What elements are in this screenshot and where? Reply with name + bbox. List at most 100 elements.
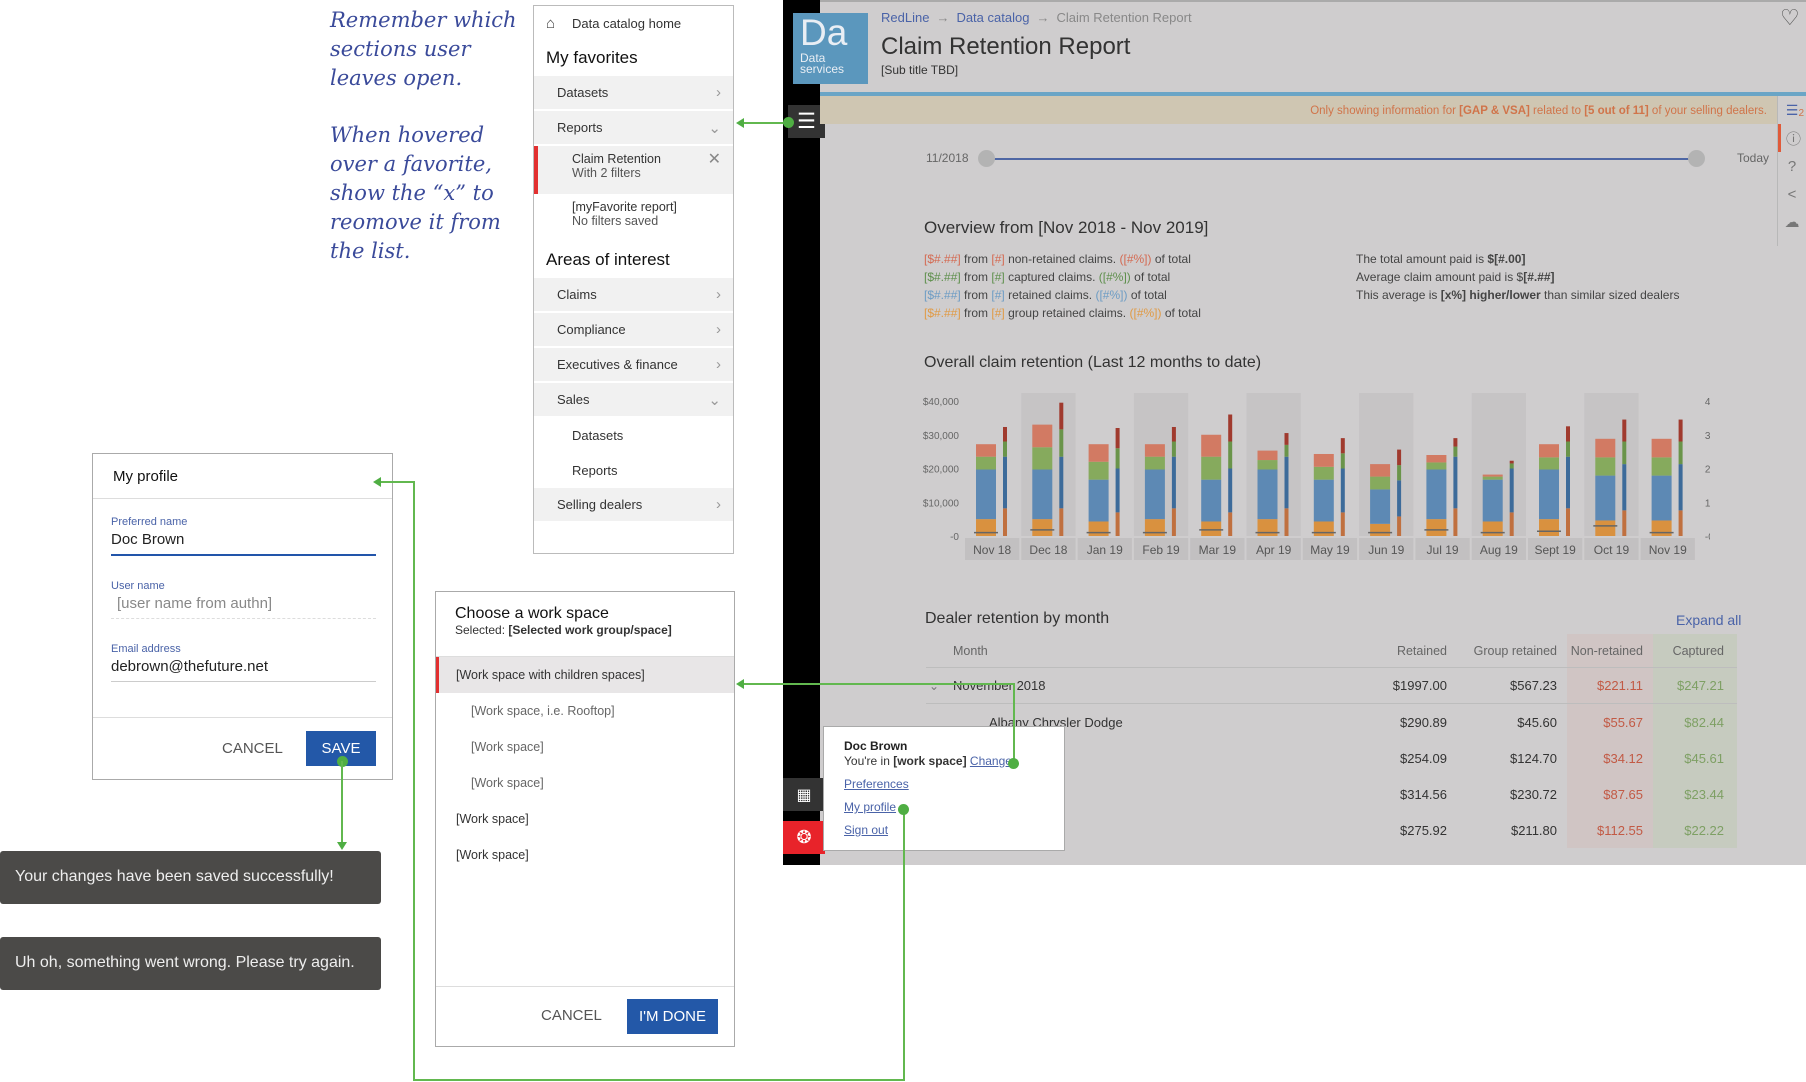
amount-bar-segment [1201,456,1222,480]
workspace-item[interactable]: [Work space] [436,729,734,765]
workspace-item[interactable]: [Work space with children spaces] [436,657,734,693]
field-label: Email address [111,643,181,655]
cancel-button[interactable]: CANCEL [222,740,283,757]
y-right-tick: -0 [1705,532,1710,543]
overview-line-2: [$#.##] from [#] retained claims. ([#%])… [924,288,1167,302]
nav-home-link[interactable]: ⌂ Data catalog home [534,6,733,40]
connector-arrow [337,842,347,850]
amount-bar-segment [1595,520,1616,536]
x-tick-label: Nov 18 [973,543,1011,557]
count-bar-segment [1284,508,1289,536]
count-bar-segment [1566,441,1570,457]
user-menu-button-icon[interactable]: ▦ [783,778,825,811]
table-header-row: Month Retained Group retained Non-retain… [926,634,1737,668]
amount-bar-segment [1088,461,1109,480]
favorite-my-favorite-report[interactable]: [myFavorite report] No filters saved [534,194,733,242]
workspace-item[interactable]: [Work space] [436,801,734,837]
nav-item-selling-dealers[interactable]: Selling dealers › [534,488,733,521]
remove-favorite-close-icon[interactable]: ✕ [708,152,721,168]
preferred-name-input[interactable]: Doc Brown [111,528,376,556]
chevron-down-icon: ⌄ [708,391,721,409]
col-header-captured[interactable]: Captured [1653,634,1737,667]
x-tick-label: Aug 19 [1480,543,1518,557]
connector-line [413,1079,905,1081]
col-header-retained[interactable]: Retained [1357,644,1457,658]
my-profile-dialog: My profile Preferred name Doc Brown User… [92,453,393,780]
breadcrumb-data-catalog[interactable]: Data catalog [956,10,1029,25]
workspace-item[interactable]: [Work space] [436,765,734,801]
filter-icon[interactable]: ☰ 2 [1778,96,1806,124]
cell-retained: $314.56 [1400,786,1447,802]
email-input[interactable]: debrown@thefuture.net [111,655,376,682]
email-field[interactable]: Email address debrown@thefuture.net [111,643,376,682]
count-bar-segment [1622,510,1627,536]
my-profile-link[interactable]: My profile [844,800,1044,815]
col-header-month[interactable]: Month [926,644,1357,658]
count-bar-segment [1228,414,1233,442]
sign-out-link[interactable]: Sign out [844,823,1044,838]
cell-captured: $247.21 [1653,668,1737,703]
x-tick-label: Apr 19 [1256,543,1292,557]
connector-arrow [736,679,744,689]
amount-bar-segment [1539,444,1559,458]
nav-item-sales-datasets[interactable]: Datasets [534,418,733,453]
nav-item-claims[interactable]: Claims › [534,278,733,311]
nav-item-label: Datasets [557,85,609,100]
error-toast: Uh oh, something went wrong. Please try … [0,937,381,990]
preferences-link[interactable]: Preferences [844,777,1044,792]
preferred-name-field[interactable]: Preferred name Doc Brown [111,516,376,556]
count-bar-segment [1059,402,1064,430]
amount-bar-segment [976,456,996,470]
workspace-list: [Work space with children spaces] [Work s… [436,657,734,873]
count-bar-segment [1059,429,1064,457]
cell-group-retained: $567.23 [1510,678,1557,693]
favorite-claim-retention[interactable]: Claim Retention With 2 filters ✕ [534,146,733,194]
y-right-tick: 4,000 [1705,397,1710,408]
data-catalog-nav-panel: ⌂ Data catalog home My favorites Dataset… [533,5,734,554]
share-icon[interactable]: < [1778,180,1806,208]
count-bar-segment [1171,508,1176,536]
connector-line [341,761,343,844]
overview-summary: The total amount paid is $[#.00] Average… [1356,250,1679,304]
amount-bar-segment [1313,479,1334,522]
nav-item-sales[interactable]: Sales ⌄ [534,383,733,416]
info-icon[interactable]: ⓘ [1778,124,1806,152]
change-workspace-link[interactable]: Change [970,754,1012,768]
cell-captured: $22.22 [1653,812,1737,848]
cancel-button[interactable]: CANCEL [541,1007,602,1024]
count-bar-segment [1003,441,1007,457]
date-slider-end-handle[interactable] [1688,150,1705,167]
cell-retained: $1997.00 [1392,678,1447,693]
date-slider-start-handle[interactable] [978,150,995,167]
nav-item-compliance[interactable]: Compliance › [534,313,733,346]
cell-captured: $23.44 [1653,776,1737,812]
workspace-item[interactable]: [Work space] [436,837,734,873]
count-bar-segment [1622,441,1627,465]
dialog-title: My profile [93,454,392,499]
user-name-field: User name [user name from authn] [111,580,376,619]
date-range-slider-track[interactable] [985,158,1697,160]
dialog-header: Choose a work space Selected: [Selected … [436,592,734,657]
nav-item-executives-finance[interactable]: Executives & finance › [534,348,733,381]
cell-non-retained: $34.12 [1567,740,1653,776]
col-header-non-retained[interactable]: Non-retained [1567,634,1653,667]
amount-bar-segment [1426,519,1447,536]
workspace-item[interactable]: [Work space, i.e. Rooftop] [436,693,734,729]
favorite-title: [myFavorite report] [572,200,677,214]
amount-bar-segment [1426,455,1447,463]
help-icon[interactable]: ? [1778,152,1806,180]
brand-logo-icon[interactable]: ❂ [783,821,825,854]
favorite-heart-icon[interactable]: ♡ [1780,5,1800,31]
breadcrumb-redline[interactable]: RedLine [881,10,929,25]
expand-all-link[interactable]: Expand all [1676,612,1741,628]
nav-item-fav-reports[interactable]: Reports ⌄ [534,111,733,144]
col-header-group-retained[interactable]: Group retained [1457,644,1567,658]
month-row[interactable]: ⌄ November 2018 $1997.00 $567.23 $221.11 … [926,668,1737,704]
cloud-download-icon[interactable]: ☁ [1778,208,1806,236]
chevron-down-icon[interactable]: ⌄ [929,679,939,693]
nav-item-sales-reports[interactable]: Reports [534,453,733,488]
connector-line [380,481,415,483]
x-tick-label: Feb 19 [1142,543,1180,557]
nav-item-fav-datasets[interactable]: Datasets › [534,76,733,109]
im-done-button[interactable]: I'M DONE [627,999,718,1034]
